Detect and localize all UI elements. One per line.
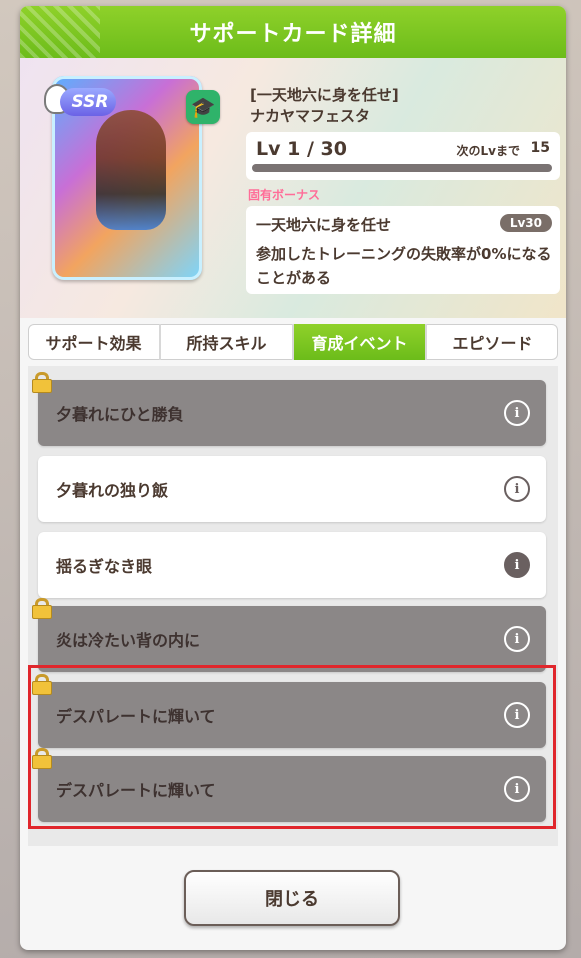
dialog-title: サポートカード詳細 <box>189 22 397 47</box>
next-level-value: 15 <box>530 140 550 156</box>
lock-icon <box>32 372 52 393</box>
level-text: Lv 1 / 30 <box>256 138 347 160</box>
rarity-label: SSR <box>71 92 109 112</box>
list-item[interactable]: 夕暮れの独り飯 i <box>38 456 546 522</box>
unique-bonus-box: 一天地六に身を任せ Lv30 参加したトレーニングの失敗率が0%になることがある <box>246 206 560 294</box>
detail-tabs: サポート効果 所持スキル 育成イベント エピソード <box>28 324 558 360</box>
info-icon[interactable]: i <box>504 400 530 426</box>
info-icon[interactable]: i <box>504 626 530 652</box>
rarity-badge: SSR <box>46 76 118 120</box>
event-label: 揺るぎなき眼 <box>56 557 153 576</box>
level-progress-bar <box>252 164 552 172</box>
lock-icon <box>32 598 52 619</box>
info-icon[interactable]: i <box>504 552 530 578</box>
list-item[interactable]: 夕暮れにひと勝負 i <box>32 372 546 446</box>
event-label: 炎は冷たい背の内に <box>56 631 201 650</box>
unique-bonus-label: 固有ボーナス <box>248 188 321 202</box>
card-epithet: [一天地六に身を任せ] <box>250 86 399 104</box>
title-bar: サポートカード詳細 <box>20 6 566 58</box>
info-icon[interactable]: i <box>504 476 530 502</box>
unique-bonus-name: 一天地六に身を任せ <box>256 216 392 234</box>
close-button[interactable]: 閉じる <box>184 870 400 926</box>
unique-bonus-level-badge: Lv30 <box>499 214 552 232</box>
event-label: 夕暮れの独り飯 <box>56 481 169 500</box>
highlight-box <box>28 665 556 829</box>
tab-episode[interactable]: エピソード <box>427 324 558 360</box>
unique-bonus-description: 参加したトレーニングの失敗率が0%になることがある <box>256 245 552 287</box>
level-box: Lv 1 / 30 次のLvまで 15 <box>246 132 560 180</box>
cap-icon: 🎓 <box>186 90 220 124</box>
tab-skills[interactable]: 所持スキル <box>161 324 294 360</box>
event-label: 夕暮れにひと勝負 <box>56 405 184 424</box>
tab-support-effect[interactable]: サポート効果 <box>28 324 161 360</box>
list-item[interactable]: 揺るぎなき眼 i <box>38 532 546 598</box>
next-level-label: 次のLvまで <box>456 144 520 158</box>
character-illustration <box>96 110 166 230</box>
list-item[interactable]: 炎は冷たい背の内に i <box>32 598 546 672</box>
card-character-name: ナカヤマフェスタ <box>250 107 371 125</box>
tab-training-events[interactable]: 育成イベント <box>294 324 427 360</box>
